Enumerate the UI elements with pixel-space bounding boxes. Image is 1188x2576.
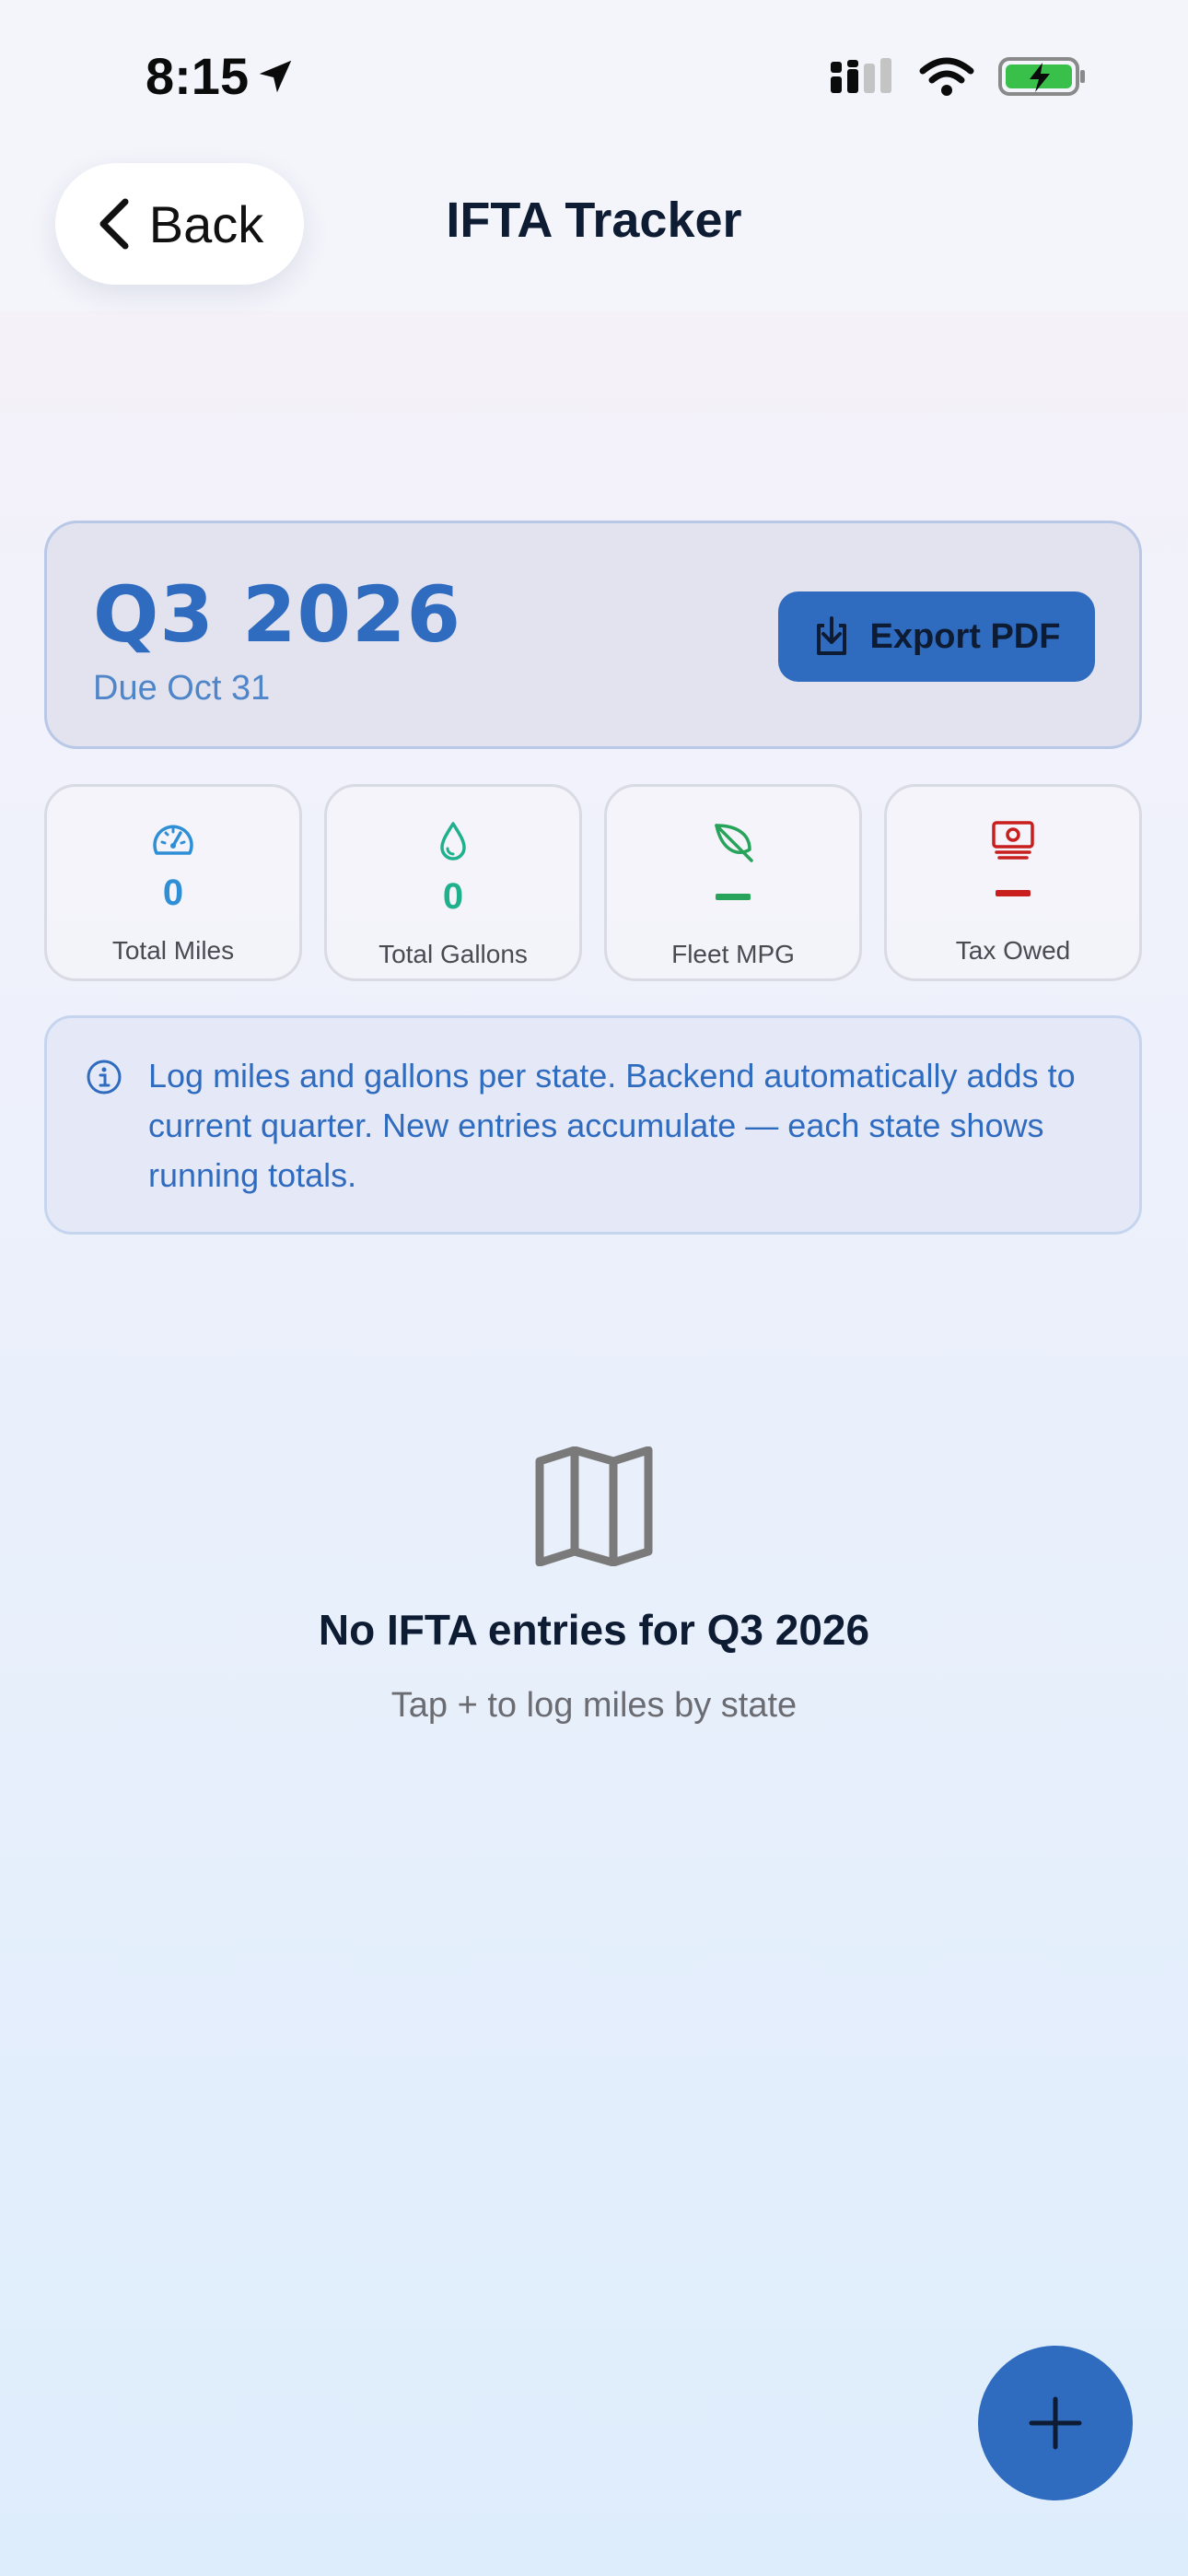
stat-total-gallons: 0 Total Gallons bbox=[324, 784, 582, 981]
export-pdf-label: Export PDF bbox=[869, 616, 1061, 656]
total-gallons-label: Total Gallons bbox=[379, 940, 528, 968]
fleet-mpg-dash bbox=[716, 893, 751, 900]
tax-owed-dash bbox=[996, 889, 1031, 896]
battery-charging-icon bbox=[998, 57, 1085, 96]
tax-owed-label: Tax Owed bbox=[955, 936, 1071, 965]
quarter-card: Q3 2026 Due Oct 31 Export PDF bbox=[44, 521, 1142, 749]
cash-icon bbox=[992, 821, 1034, 860]
total-gallons-value: 0 bbox=[442, 875, 464, 917]
status-icons bbox=[829, 55, 1087, 98]
export-pdf-button[interactable]: Export PDF bbox=[778, 591, 1095, 682]
stats-row: 0 Total Miles 0 Total Gallons Fleet MPG … bbox=[44, 784, 1142, 981]
info-text: Log miles and gallons per state. Backend… bbox=[148, 1057, 1076, 1194]
cellular-signal-icon bbox=[831, 58, 891, 93]
empty-state-subtitle: Tap + to log miles by state bbox=[390, 1686, 798, 1725]
total-miles-value: 0 bbox=[162, 872, 184, 913]
status-time: 8:15 bbox=[146, 46, 297, 106]
download-icon bbox=[816, 616, 846, 655]
add-entry-button[interactable] bbox=[978, 2346, 1133, 2500]
total-miles-label: Total Miles bbox=[111, 936, 235, 965]
speedometer-icon bbox=[153, 825, 193, 855]
quarter-due-date: Due Oct 31 bbox=[93, 669, 271, 708]
empty-state-title: No IFTA entries for Q3 2026 bbox=[318, 1606, 870, 1654]
page-title: IFTA Tracker bbox=[446, 193, 742, 248]
fleet-mpg-value bbox=[716, 873, 751, 919]
stat-tax-owed: Tax Owed bbox=[884, 784, 1142, 981]
quarter-title: Q3 2026 bbox=[93, 569, 461, 660]
info-icon bbox=[87, 1060, 122, 1095]
stat-total-miles: 0 Total Miles bbox=[44, 784, 302, 981]
info-banner: Log miles and gallons per state. Backend… bbox=[44, 1015, 1142, 1235]
leaf-icon bbox=[715, 824, 753, 862]
navigation-bar: 8:15 Back IFTA Tracker bbox=[0, 0, 1188, 311]
location-arrow-icon bbox=[259, 60, 292, 92]
stat-fleet-mpg: Fleet MPG bbox=[604, 784, 862, 981]
tax-owed-value bbox=[996, 870, 1031, 916]
wifi-icon bbox=[919, 57, 974, 96]
fuel-drop-icon bbox=[440, 822, 466, 861]
plus-icon bbox=[1029, 2396, 1082, 2450]
status-time-text: 8:15 bbox=[146, 47, 250, 105]
map-icon bbox=[535, 1446, 653, 1566]
fleet-mpg-label: Fleet MPG bbox=[671, 940, 795, 968]
